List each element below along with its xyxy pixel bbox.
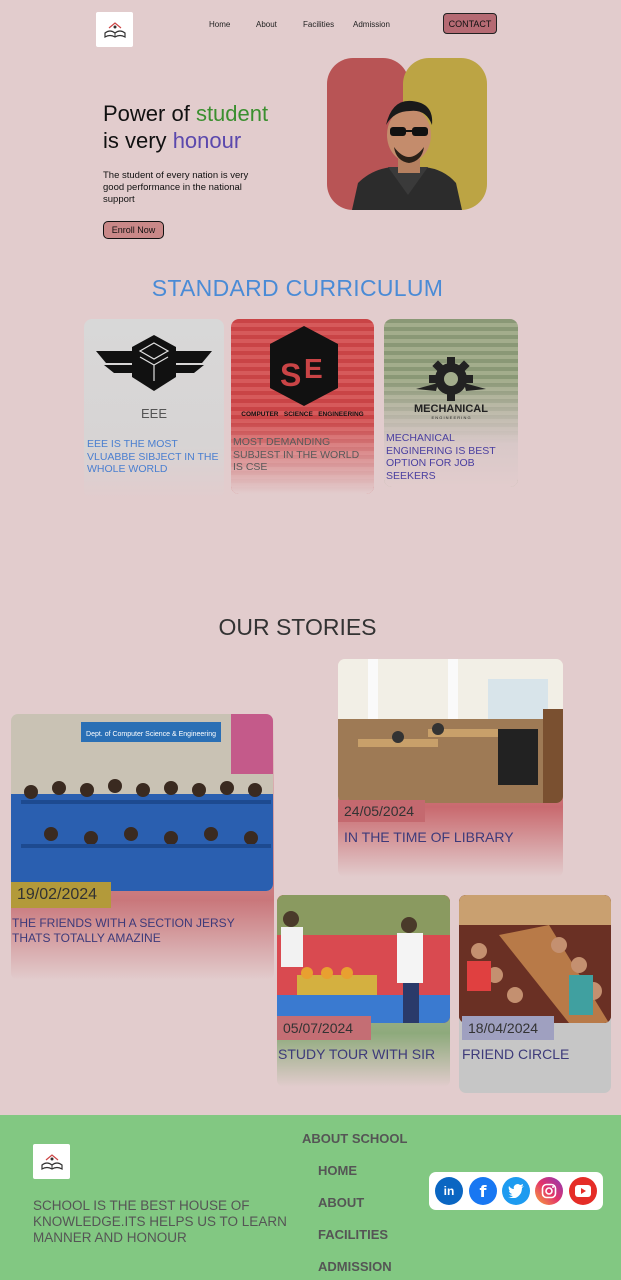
nav-admission[interactable]: Admission: [353, 20, 390, 29]
footer-link-facilities[interactable]: FACILITIES: [318, 1227, 388, 1242]
eee-logo-label: EEE: [140, 406, 167, 421]
story-date: 18/04/2024: [462, 1016, 554, 1040]
story-date: 05/07/2024: [277, 1016, 371, 1040]
story-caption: THE FRIENDS WITH A SECTION JERSY THATS T…: [12, 916, 235, 945]
eee-logo-icon: [96, 335, 212, 391]
footer-link-admission[interactable]: ADMISSION: [318, 1259, 392, 1274]
nav-about[interactable]: About: [256, 20, 277, 29]
curriculum-card-cse[interactable]: S E COMPUTER SCIENCE ENGINEERING MOST DE…: [231, 319, 374, 494]
stories-title: OUR STORIES: [218, 614, 377, 640]
hero-title: Power of student is very honour: [103, 100, 268, 154]
hero-description: The student of every nation is very good…: [103, 170, 249, 205]
story-date: 19/02/2024: [11, 882, 111, 908]
facebook-icon[interactable]: f: [469, 1177, 497, 1205]
friend-circle-photo: [459, 895, 611, 1023]
enroll-button[interactable]: Enroll Now: [103, 221, 164, 239]
department-sign: Dept. of Computer Science & Engineering: [86, 731, 216, 738]
hero-highlight-student: student: [195, 101, 269, 126]
gear-icon: [416, 357, 486, 401]
youtube-icon[interactable]: [569, 1177, 597, 1205]
curriculum-card-text: MOST DEMANDING SUBJEST IN THE WORLD IS C…: [233, 436, 360, 473]
story-caption: STUDY TOUR WITH SIR: [278, 1046, 436, 1062]
library-photo: [338, 659, 563, 803]
curriculum-card-me[interactable]: MECHANICAL E N G I N E E R I N G MECHANI…: [384, 319, 518, 487]
cse-logo-label: COMPUTER SCIENCE ENGINEERING: [241, 411, 364, 418]
svg-text:S: S: [280, 357, 301, 393]
story-caption: FRIEND CIRCLE: [462, 1046, 570, 1062]
story-caption: IN THE TIME OF LIBRARY: [344, 829, 514, 845]
curriculum-card-text: MECHANICAL ENGINERING IS BEST OPTION FOR…: [386, 432, 496, 482]
hero-highlight-honour: honour: [172, 128, 242, 153]
footer-link-home[interactable]: HOME: [318, 1163, 357, 1178]
student-portrait: [352, 100, 462, 210]
nav-home[interactable]: Home: [209, 20, 230, 29]
footer-logo[interactable]: [33, 1144, 70, 1179]
book-logo-icon: [103, 21, 126, 38]
story-date: 24/05/2024: [338, 800, 425, 822]
friends-photo: Dept. of Computer Science & Engineering: [11, 714, 273, 891]
twitter-icon[interactable]: [502, 1177, 530, 1205]
footer-link-about[interactable]: ABOUT: [318, 1195, 364, 1210]
me-logo-sublabel: E N G I N E E R I N G: [431, 415, 471, 420]
logo[interactable]: [96, 12, 133, 47]
social-links: in f: [429, 1172, 603, 1210]
nav-facilities[interactable]: Facilities: [303, 20, 334, 29]
hero-title-text: Power of: [103, 101, 196, 126]
instagram-icon[interactable]: [535, 1177, 563, 1205]
study-tour-photo: [277, 895, 450, 1023]
svg-text:E: E: [304, 353, 323, 384]
curriculum-card-text: EEE IS THE MOST VLUABBE SIBJECT IN THE W…: [87, 438, 219, 475]
hero-title-text: is very: [103, 128, 173, 153]
book-logo-icon: [40, 1153, 63, 1170]
me-logo-label: MECHANICAL: [414, 403, 488, 415]
cse-logo-icon: S E: [270, 326, 338, 406]
footer-description: SCHOOL IS THE BEST HOUSE OF KNOWLEDGE.IT…: [33, 1198, 287, 1245]
linkedin-icon[interactable]: in: [435, 1177, 463, 1205]
contact-button[interactable]: CONTACT: [443, 13, 497, 34]
curriculum-title: STANDARD CURRICULUM: [151, 275, 444, 301]
curriculum-card-eee[interactable]: EEE EEE IS THE MOST VLUABBE SIBJECT IN T…: [84, 319, 224, 499]
footer-heading: ABOUT SCHOOL: [302, 1131, 408, 1146]
